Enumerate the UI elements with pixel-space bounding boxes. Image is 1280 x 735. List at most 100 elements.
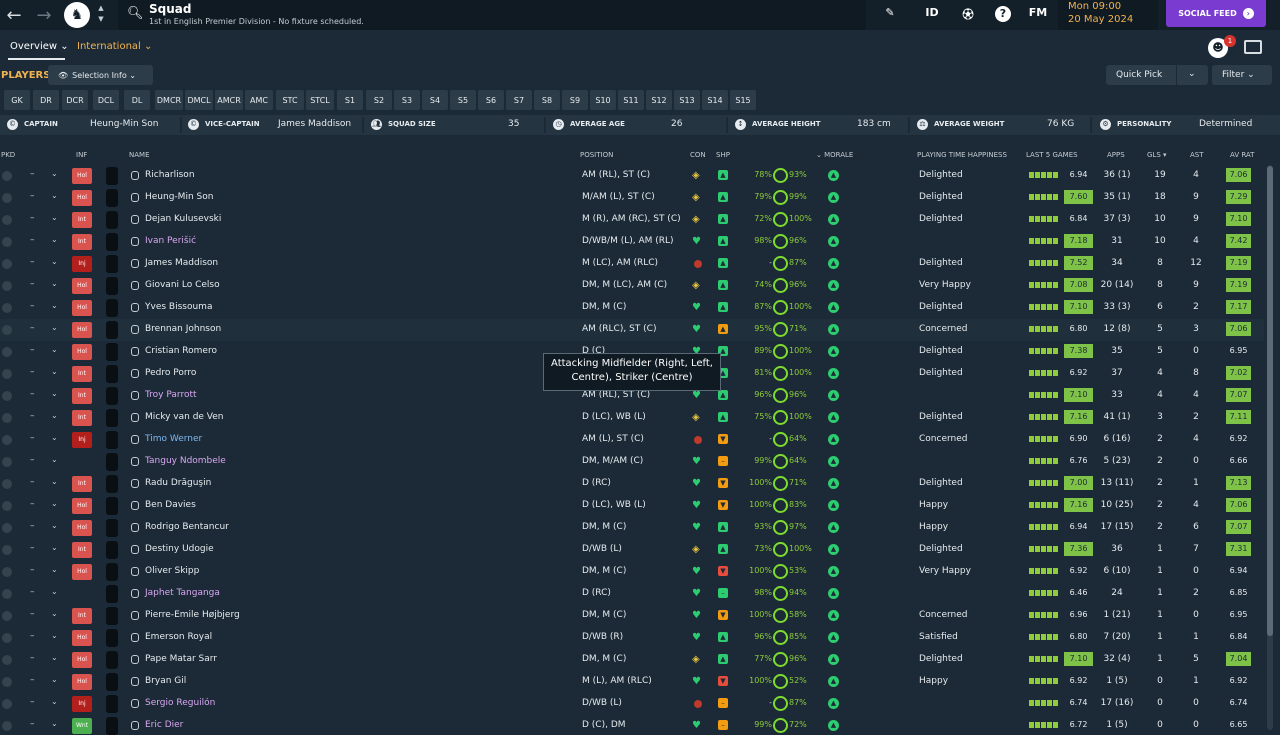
picked-toggle[interactable] — [2, 369, 12, 379]
captain-value[interactable]: Heung-Min Son — [90, 119, 158, 129]
morale-icon[interactable]: ▲ — [828, 632, 839, 643]
col-apps[interactable]: APPS — [1107, 151, 1125, 159]
info-badge[interactable]: Hol — [72, 322, 92, 338]
table-row[interactable]: – ⌄ Hol Ben Davies D (LC), WB (L) ♥ ▼ 10… — [0, 495, 1264, 517]
chevron-down-icon[interactable]: ⌄ — [51, 675, 58, 684]
chevron-down-icon[interactable]: ⌄ — [1188, 69, 1196, 79]
chevron-down-icon[interactable]: ⌄ — [51, 345, 58, 354]
position-button-dr[interactable]: DR — [33, 90, 59, 110]
position-button-s11[interactable]: S11 — [618, 90, 644, 110]
player-name[interactable]: Brennan Johnson — [145, 324, 221, 334]
info-badge[interactable]: Inj — [72, 696, 92, 712]
position-button-dmcl[interactable]: DMCL — [185, 90, 213, 110]
info-badge[interactable]: Int — [72, 410, 92, 426]
info-badge[interactable]: Hol — [72, 300, 92, 316]
picked-toggle[interactable] — [2, 259, 12, 269]
social-feed-button[interactable]: SOCIAL FEED › — [1166, 0, 1266, 27]
player-name[interactable]: Troy Parrott — [145, 390, 197, 400]
table-row[interactable]: – ⌄ Inj Timo Werner AM (L), ST (C) ▼ - 6… — [0, 429, 1264, 451]
player-position[interactable]: M (L), AM (RLC) — [582, 676, 652, 686]
id-button[interactable]: ID — [922, 6, 942, 24]
player-position[interactable]: AM (RL), ST (C) — [582, 170, 650, 180]
table-row[interactable]: – ⌄ Hol Oliver Skipp DM, M (C) ♥ ▼ 100% … — [0, 561, 1264, 583]
info-badge[interactable]: Int — [72, 542, 92, 558]
chevron-down-icon[interactable]: ⌄ — [51, 169, 58, 178]
player-name[interactable]: Japhet Tanganga — [145, 588, 220, 598]
table-row[interactable]: – ⌄ Hol Richarlison AM (RL), ST (C) ◈ ▲ … — [0, 165, 1264, 187]
player-name[interactable]: Yves Bissouma — [145, 302, 212, 312]
scrollbar-thumb[interactable] — [1267, 166, 1273, 636]
info-badge[interactable]: Wnt — [72, 718, 92, 734]
filter-button[interactable]: Filter ⌄ — [1212, 65, 1272, 85]
chevron-down-icon[interactable]: ⌄ — [51, 411, 58, 420]
header-search-area[interactable]: 🔍︎ Squad 1st in English Premier Division… — [118, 0, 866, 30]
player-position[interactable]: AM (RL), ST (C) — [582, 390, 650, 400]
search-icon[interactable]: 🔍︎ — [127, 6, 144, 21]
picked-toggle[interactable] — [2, 479, 12, 489]
chevron-down-icon[interactable]: ⌄ — [51, 499, 58, 508]
table-row[interactable]: – ⌄ Hol Yves Bissouma DM, M (C) ♥ ▲ 87% … — [0, 297, 1264, 319]
picked-toggle[interactable] — [2, 523, 12, 533]
info-badge[interactable]: Int — [72, 608, 92, 624]
picked-toggle[interactable] — [2, 391, 12, 401]
football-icon[interactable]: ⚽︎ — [958, 6, 978, 24]
player-name[interactable]: Pierre-Emile Højbjerg — [145, 610, 240, 620]
player-position[interactable]: DM, M (LC), AM (C) — [582, 280, 667, 290]
info-badge[interactable]: Int — [72, 212, 92, 228]
col-gls[interactable]: GLS ▾ — [1147, 151, 1167, 159]
picked-toggle[interactable] — [2, 501, 12, 511]
position-button-dcr[interactable]: DCR — [62, 90, 88, 110]
morale-icon[interactable]: ▲ — [828, 412, 839, 423]
player-name[interactable]: Pedro Porro — [145, 368, 196, 378]
chevron-down-icon[interactable]: ⌄ — [51, 543, 58, 552]
chevron-down-icon[interactable]: ⌄ — [51, 565, 58, 574]
info-badge[interactable]: Int — [72, 388, 92, 404]
picked-toggle[interactable] — [2, 633, 12, 643]
morale-icon[interactable]: ▲ — [828, 456, 839, 467]
chevron-down-icon[interactable]: ⌄ — [51, 631, 58, 640]
morale-icon[interactable]: ▲ — [828, 566, 839, 577]
morale-icon[interactable]: ▲ — [828, 280, 839, 291]
table-row[interactable]: – ⌄ Inj James Maddison M (LC), AM (RLC) … — [0, 253, 1264, 275]
picked-toggle[interactable] — [2, 435, 12, 445]
game-date[interactable]: Mon 09:00 20 May 2024 — [1058, 0, 1158, 30]
picked-toggle[interactable] — [2, 237, 12, 247]
player-position[interactable]: AM (RLC), ST (C) — [582, 324, 656, 334]
player-name[interactable]: Giovani Lo Celso — [145, 280, 220, 290]
position-button-gk[interactable]: GK — [4, 90, 30, 110]
morale-icon[interactable]: ▲ — [828, 324, 839, 335]
morale-icon[interactable]: ▲ — [828, 544, 839, 555]
quick-pick-button[interactable]: Quick Pick ⌄ — [1106, 65, 1208, 85]
col-morale[interactable]: ⌄ MORALE — [816, 151, 853, 159]
chevron-down-icon[interactable]: ⌄ — [51, 235, 58, 244]
col-playing-time[interactable]: PLAYING TIME HAPPINESS — [917, 151, 1007, 159]
player-name[interactable]: Cristian Romero — [145, 346, 217, 356]
player-position[interactable]: D/WB/M (L), AM (RL) — [582, 236, 674, 246]
tab-international[interactable]: International ⌄ — [77, 41, 152, 52]
chevron-down-icon[interactable]: ⌄ — [51, 257, 58, 266]
chevron-down-icon[interactable]: ⌄ — [51, 213, 58, 222]
position-button-s4[interactable]: S4 — [422, 90, 448, 110]
player-position[interactable]: D (RC) — [582, 478, 611, 488]
chevron-down-icon[interactable]: ⌄ — [51, 609, 58, 618]
morale-icon[interactable]: ▲ — [828, 654, 839, 665]
back-arrow-icon[interactable]: ← — [0, 0, 28, 30]
position-button-amc[interactable]: AMC — [245, 90, 273, 110]
selection-info-button[interactable]: 👁︎ Selection Info ⌄ — [48, 65, 153, 85]
morale-icon[interactable]: ▲ — [828, 698, 839, 709]
info-badge[interactable]: Hol — [72, 652, 92, 668]
morale-icon[interactable]: ▲ — [828, 500, 839, 511]
player-position[interactable]: M/AM (L), ST (C) — [582, 192, 655, 202]
picked-toggle[interactable] — [2, 589, 12, 599]
forward-arrow-icon[interactable]: → — [30, 0, 58, 30]
player-name[interactable]: Bryan Gil — [145, 676, 186, 686]
col-name[interactable]: NAME — [129, 151, 150, 159]
table-row[interactable]: – ⌄ Wnt Eric Dier D (C), DM ♥ – 99% 72% … — [0, 715, 1264, 735]
morale-icon[interactable]: ▲ — [828, 214, 839, 225]
table-row[interactable]: – ⌄ Hol Brennan Johnson AM (RLC), ST (C)… — [0, 319, 1264, 341]
info-badge[interactable]: Hol — [72, 190, 92, 206]
table-row[interactable]: – ⌄ Hol Pape Matar Sarr DM, M (C) ◈ ▲ 77… — [0, 649, 1264, 671]
morale-icon[interactable]: ▲ — [828, 390, 839, 401]
fm-menu-button[interactable]: FM — [1026, 6, 1050, 24]
morale-icon[interactable]: ▲ — [828, 236, 839, 247]
